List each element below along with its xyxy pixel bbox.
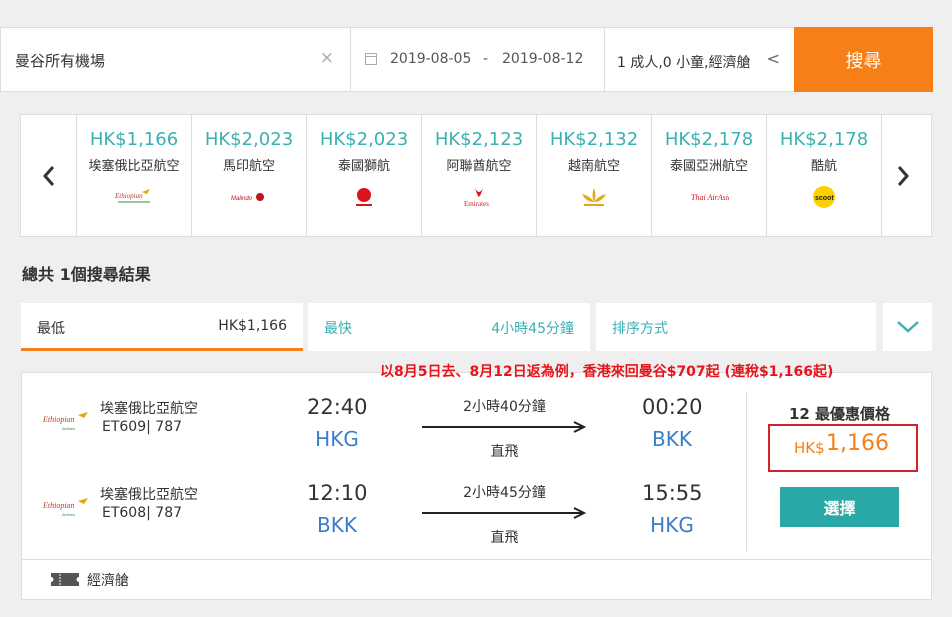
- carousel-price: HK$2,178: [664, 129, 754, 150]
- chevron-right-icon: [897, 165, 910, 186]
- passenger-selector[interactable]: 1 成人,0 小童,經濟艙 <: [606, 28, 794, 91]
- date-separator: -: [483, 51, 489, 67]
- date-to[interactable]: 2019-08-12: [502, 51, 583, 67]
- stops-info: 直飛: [490, 530, 519, 546]
- airline-name: 埃塞俄比亞航空: [100, 487, 198, 503]
- airline-name: 埃塞俄比亞航空: [100, 401, 198, 417]
- clear-icon[interactable]: ×: [320, 48, 334, 68]
- carousel-price: HK$2,123: [434, 129, 524, 150]
- svg-text:Emirates: Emirates: [464, 200, 489, 208]
- flight-result-card: Ethiopian Airlines 埃塞俄比亞航空 ET609| 787 22:…: [21, 372, 932, 600]
- chevron-left-icon[interactable]: <: [767, 49, 780, 68]
- arrive-airport: BKK: [652, 427, 692, 451]
- carousel-airline-name: 泰國亞洲航空: [669, 159, 748, 174]
- result-count: 總共 1個搜尋結果: [22, 265, 151, 284]
- tab-sort-label: 排序方式: [612, 321, 668, 337]
- flight-leg-outbound: Ethiopian Airlines 埃塞俄比亞航空 ET609| 787 22:…: [22, 373, 746, 460]
- carousel-price: HK$2,178: [779, 129, 869, 150]
- tab-cheapest-value: HK$1,166: [218, 318, 287, 334]
- svg-text:Ethiopian: Ethiopian: [114, 192, 143, 200]
- flight-number: ET609| 787: [102, 419, 183, 435]
- carousel-item-thai-lion[interactable]: HK$2,023 泰國獅航: [307, 115, 422, 236]
- tab-sort-by[interactable]: 排序方式: [596, 303, 876, 351]
- svg-text:Malindo: Malindo: [231, 196, 253, 202]
- carousel-airline-name: 泰國獅航: [337, 159, 390, 174]
- arrow-right-icon: [422, 507, 587, 519]
- airline-carousel: HK$1,166 埃塞俄比亞航空 Ethiopian HK$2,023 馬印航空…: [20, 114, 932, 237]
- deals-count: 12 最優惠價格: [788, 405, 891, 423]
- flight-duration: 2小時40分鐘: [463, 399, 546, 415]
- date-range-field[interactable]: 2019-08-05 - 2019-08-12: [352, 28, 605, 91]
- emirates-logo-icon: Emirates: [456, 185, 502, 209]
- carousel-item-emirates[interactable]: HK$2,123 阿聯酋航空 Emirates: [422, 115, 537, 236]
- date-from[interactable]: 2019-08-05: [390, 51, 471, 67]
- thai-lion-logo-icon: [341, 185, 387, 209]
- ethiopian-logo-icon: Ethiopian Airlines: [42, 412, 88, 431]
- carousel-airline-name: 酷航: [810, 159, 837, 174]
- svg-text:Airlines: Airlines: [62, 426, 75, 431]
- malindo-logo-icon: Malindo: [226, 185, 272, 209]
- carousel-next-button[interactable]: [875, 115, 931, 236]
- carousel-item-scoot[interactable]: HK$2,178 酷航 scoot: [767, 115, 882, 236]
- tab-fastest[interactable]: 最快 4小時45分鐘: [308, 303, 590, 351]
- carousel-airline-name: 阿聯酋航空: [446, 159, 512, 174]
- ticket-icon: [51, 573, 79, 586]
- tab-fastest-label: 最快: [324, 321, 352, 337]
- destination-field[interactable]: 曼谷所有機場 ×: [1, 28, 351, 91]
- arrive-time: 00:20: [642, 395, 703, 419]
- svg-text:Airlines: Airlines: [62, 512, 75, 517]
- divider: [746, 391, 747, 551]
- carousel-airline-name: 越南航空: [567, 159, 620, 174]
- flight-leg-return: Ethiopian Airlines 埃塞俄比亞航空 ET608| 787 12:…: [22, 459, 746, 546]
- carousel-price: HK$1,166: [89, 129, 179, 150]
- arrow-right-icon: [422, 421, 587, 433]
- tab-fastest-value: 4小時45分鐘: [491, 321, 574, 337]
- stops-info: 直飛: [490, 444, 519, 460]
- cabin-label: 經濟艙: [87, 573, 129, 589]
- carousel-prev-button[interactable]: [21, 115, 77, 236]
- carousel-price: HK$2,023: [204, 129, 294, 150]
- svg-text:Ethiopian: Ethiopian: [42, 415, 75, 424]
- carousel-item-thai-airasia[interactable]: HK$2,178 泰國亞洲航空 Thai AirAsia: [652, 115, 767, 236]
- destination-value: 曼谷所有機場: [15, 52, 106, 70]
- search-bar: 曼谷所有機場 × 2019-08-05 - 2019-08-12 1 成人,0 …: [0, 27, 933, 92]
- depart-airport: HKG: [315, 427, 359, 451]
- calendar-icon: [365, 53, 377, 65]
- cabin-class: 經濟艙: [22, 559, 931, 599]
- thai-airasia-logo-icon: Thai AirAsia: [686, 185, 732, 209]
- promo-annotation: 以8月5日去、8月12日返為例，香港來回曼谷$707起 (連稅$1,166起): [380, 364, 834, 380]
- svg-text:Ethiopian: Ethiopian: [42, 501, 75, 510]
- carousel-item-vietnam[interactable]: HK$2,132 越南航空: [537, 115, 652, 236]
- ethiopian-logo-icon: Ethiopian: [111, 185, 157, 209]
- depart-time: 22:40: [307, 395, 368, 419]
- carousel-airline-name: 馬印航空: [222, 159, 275, 174]
- carousel-item-ethiopian[interactable]: HK$1,166 埃塞俄比亞航空 Ethiopian: [77, 115, 192, 236]
- tab-cheapest[interactable]: 最低 HK$1,166: [21, 303, 303, 351]
- price-currency: HK$: [794, 439, 825, 457]
- ethiopian-logo-icon: Ethiopian Airlines: [42, 498, 88, 517]
- search-button[interactable]: 搜尋: [794, 27, 933, 92]
- scoot-logo-icon: scoot: [801, 185, 847, 209]
- price-highlight: HK$ 1,166: [768, 424, 918, 472]
- arrive-time: 15:55: [642, 481, 703, 505]
- carousel-airline-name: 埃塞俄比亞航空: [88, 159, 180, 174]
- flight-duration: 2小時45分鐘: [463, 485, 546, 501]
- depart-airport: BKK: [317, 513, 357, 537]
- svg-text:Thai AirAsia: Thai AirAsia: [691, 193, 729, 202]
- chevron-down-icon: [896, 321, 919, 333]
- carousel-item-malindo[interactable]: HK$2,023 馬印航空 Malindo: [192, 115, 307, 236]
- expand-filters-button[interactable]: [883, 303, 932, 351]
- arrive-airport: HKG: [650, 513, 694, 537]
- flight-number: ET608| 787: [102, 505, 183, 521]
- vietnam-airlines-logo-icon: [571, 185, 617, 209]
- svg-text:scoot: scoot: [815, 195, 834, 202]
- passenger-value: 1 成人,0 小童,經濟艙: [617, 55, 751, 71]
- price-amount: 1,166: [826, 431, 889, 456]
- chevron-left-icon: [42, 165, 54, 186]
- depart-time: 12:10: [307, 481, 368, 505]
- tab-cheapest-label: 最低: [37, 321, 65, 337]
- select-button[interactable]: 選擇: [780, 487, 899, 527]
- carousel-price: HK$2,132: [549, 129, 639, 150]
- carousel-price: HK$2,023: [319, 129, 409, 150]
